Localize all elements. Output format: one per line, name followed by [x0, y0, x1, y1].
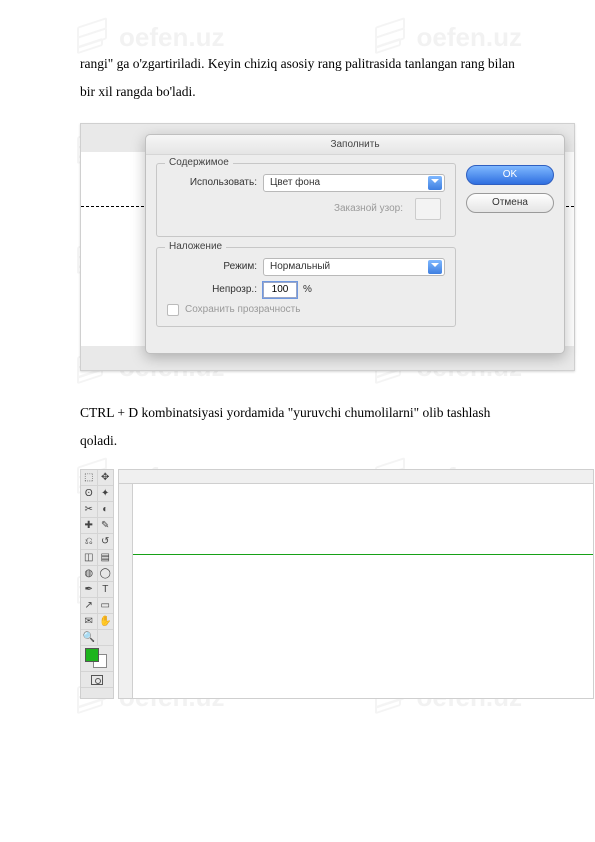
screenshot-fill-dialog: Заполнить Содержимое Использовать: Цвет …: [80, 123, 575, 371]
color-swatches[interactable]: [81, 646, 113, 672]
move-tool-icon[interactable]: ✥: [98, 470, 114, 486]
fieldset-content: Содержимое Использовать: Цвет фона Заказ…: [156, 163, 456, 237]
mode-label: Режим:: [167, 261, 257, 272]
quickmask-toggle[interactable]: [81, 672, 113, 688]
preserve-transparency-checkbox[interactable]: [167, 304, 179, 316]
chevron-down-icon: [428, 176, 442, 190]
eyedropper-tool-icon[interactable]: ◐: [98, 502, 114, 518]
foreground-color-swatch[interactable]: [85, 648, 99, 662]
blur-tool-icon[interactable]: ◍: [81, 566, 98, 582]
toolbox: ⬚ ✥ ʘ ✦ ✂ ◐ ✚ ✎ ⎌ ↺ ◫ ▤: [80, 469, 114, 699]
gradient-tool-icon[interactable]: ▤: [98, 550, 114, 566]
pattern-label: Заказной узор:: [334, 203, 403, 214]
screenshot-canvas: ⬚ ✥ ʘ ✦ ✂ ◐ ✚ ✎ ⎌ ↺ ◫ ▤: [80, 469, 594, 699]
document-window: [118, 469, 594, 699]
opacity-label: Непрозр.:: [167, 284, 257, 295]
quickmask-icon: [91, 675, 103, 685]
preserve-transparency-label: Сохранить прозрачность: [185, 304, 300, 315]
crop-tool-icon[interactable]: ✂: [81, 502, 98, 518]
opacity-input[interactable]: 100: [263, 282, 297, 298]
ruler-horizontal: [119, 470, 593, 484]
dialog-title: Заполнить: [146, 135, 564, 155]
opacity-pct: %: [303, 284, 312, 295]
mode-combo[interactable]: Нормальный: [263, 258, 445, 276]
selection-tool-icon[interactable]: ⬚: [81, 470, 98, 486]
history-brush-tool-icon[interactable]: ↺: [98, 534, 114, 550]
lasso-tool-icon[interactable]: ʘ: [81, 486, 98, 502]
fieldset-content-legend: Содержимое: [165, 157, 233, 168]
hand-tool-icon[interactable]: ✋: [98, 614, 114, 630]
use-combo-value: Цвет фона: [270, 177, 320, 188]
stamp-tool-icon[interactable]: ⎌: [81, 534, 98, 550]
shape-tool-icon[interactable]: ▭: [98, 598, 114, 614]
paragraph-1: rangi" ga o'zgartiriladi. Keyin chiziq a…: [80, 50, 525, 107]
pen-tool-icon[interactable]: ✒: [81, 582, 98, 598]
notes-tool-icon[interactable]: ✉: [81, 614, 98, 630]
fill-dialog: Заполнить Содержимое Использовать: Цвет …: [145, 134, 565, 354]
mode-combo-value: Нормальный: [270, 261, 330, 272]
wand-tool-icon[interactable]: ✦: [98, 486, 114, 502]
path-tool-icon[interactable]: ↗: [81, 598, 98, 614]
dodge-tool-icon[interactable]: ◯: [98, 566, 114, 582]
use-combo[interactable]: Цвет фона: [263, 174, 445, 192]
use-label: Использовать:: [167, 177, 257, 188]
fieldset-overlay: Наложение Режим: Нормальный Непрозр.: 10…: [156, 247, 456, 327]
drawn-green-line: [133, 554, 593, 555]
ok-button[interactable]: OK: [466, 165, 554, 185]
cancel-button[interactable]: Отмена: [466, 193, 554, 213]
type-tool-icon[interactable]: T: [98, 582, 114, 598]
ruler-vertical: [119, 484, 133, 698]
chevron-down-icon: [428, 260, 442, 274]
empty-tool: [98, 630, 114, 646]
pattern-swatch[interactable]: [415, 198, 441, 220]
canvas[interactable]: [133, 484, 593, 698]
healing-tool-icon[interactable]: ✚: [81, 518, 98, 534]
paragraph-2: CTRL + D kombinatsiyasi yordamida "yuruv…: [80, 399, 525, 456]
eraser-tool-icon[interactable]: ◫: [81, 550, 98, 566]
fieldset-overlay-legend: Наложение: [165, 241, 226, 252]
zoom-tool-icon[interactable]: 🔍: [81, 630, 98, 646]
brush-tool-icon[interactable]: ✎: [98, 518, 114, 534]
